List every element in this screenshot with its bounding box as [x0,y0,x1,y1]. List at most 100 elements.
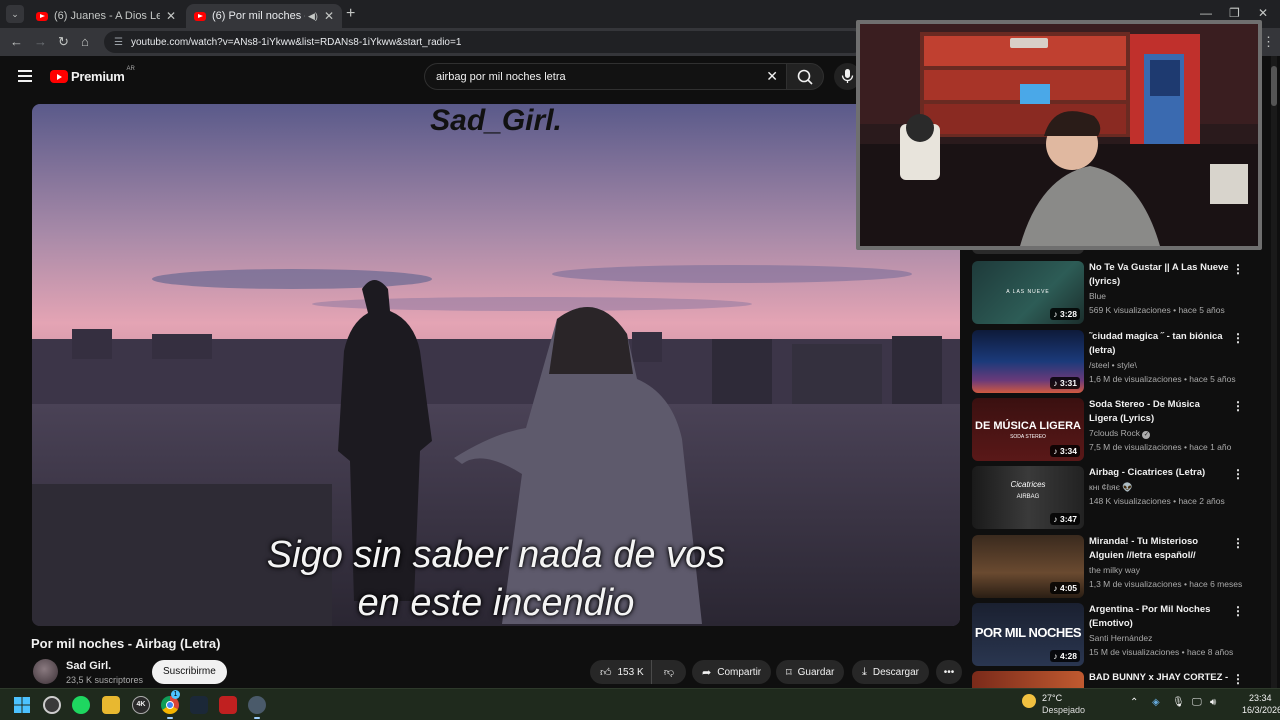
video-meta: 7,5 M de visualizaciones • hace 1 año [1089,442,1232,452]
menu-icon[interactable] [18,70,32,85]
video-title: Miranda! - Tu Misterioso Alguien //letra… [1089,536,1199,561]
channel-name: 7clouds Rock ✓ [1089,428,1151,439]
defender-icon[interactable]: ◈ [1152,697,1160,708]
video-title: Por mil noches - Airbag (Letra) [31,636,221,651]
video-thumbnail: A LAS NUEVE ♪ 3:28 [972,261,1084,324]
channel-name: Blue [1089,291,1107,301]
more-options-icon[interactable]: ⋮ [1232,262,1244,276]
video-meta: 148 K visualizaciones • hace 2 años [1089,496,1225,506]
logo-text: Premium [71,69,125,84]
thumbnail-text: POR MIL NOCHES [974,625,1082,640]
search-query: airbag por mil noches letra [436,70,566,83]
video-title: ˜ciudad magica ˝ - tan biónica (letra) [1089,331,1223,356]
show-hidden-icons-icon[interactable]: ⌃ [1130,697,1138,708]
bookmark-icon: ⌑ [786,666,792,679]
tab-search-button[interactable]: ⌄ [6,5,24,23]
sidebar-item[interactable]: ♪ 3:31 ˜ciudad magica ˝ - tan biónica (l… [972,330,1257,394]
duration-badge: ♪ 4:28 [1050,650,1080,662]
close-tab-icon[interactable]: ✕ [166,9,176,23]
chrome-icon[interactable]: 1 [161,690,180,719]
minimize-icon[interactable]: — [1200,6,1212,20]
sidebar-item[interactable]: ♪ 4:05 Miranda! - Tu Misterioso Alguien … [972,535,1257,599]
sidebar-item[interactable]: POR MIL NOCHES ♪ 4:28 Argentina - Por Mi… [972,603,1257,667]
browser-tab-por-mil-noches[interactable]: (6) Por mil noches - Airbag ◀) ✕ [186,4,342,28]
duration-badge: ♪ 3:28 [1050,308,1080,320]
speaker-icon[interactable]: ◀) [308,11,318,22]
video-thumbnail: POR MIL NOCHES ♪ 4:28 [972,603,1084,666]
reload-icon[interactable]: ↻ [58,34,69,50]
search-input[interactable]: airbag por mil noches letra ✕ [424,63,786,90]
windows-start-icon[interactable] [13,696,31,714]
clock-time[interactable]: 23:34 [1249,693,1272,703]
sidebar-item[interactable]: A LAS NUEVE ♪ 3:28 No Te Va Gustar || A … [972,261,1257,325]
like-count: 153 K [617,666,644,678]
tab-title: (6) Por mil noches - Airbag [212,10,305,22]
video-thumbnail: Cicatrices AIRBAG ♪ 3:47 [972,466,1084,529]
close-tab-icon[interactable]: ✕ [324,9,334,23]
more-actions-button[interactable]: ••• [936,660,962,684]
save-button[interactable]: ⌑ Guardar [776,660,845,684]
sidebar-item[interactable]: Cicatrices AIRBAG ♪ 3:47 Airbag - Cicatr… [972,466,1257,530]
more-horizontal-icon: ••• [943,666,955,678]
close-window-icon[interactable]: ✕ [1258,6,1268,20]
youtube-play-icon [50,70,68,83]
sidebar-item[interactable]: DE MÚSICA LIGERA SODA STEREO ♪ 3:34 Soda… [972,398,1257,462]
clock-date[interactable]: 16/3/2026 [1242,705,1280,715]
duration-badge: ♪ 4:05 [1050,582,1080,594]
more-options-icon[interactable]: ⋮ [1232,467,1244,481]
weather-condition: Despejado [1042,705,1086,715]
clear-search-icon[interactable]: ✕ [766,68,778,85]
video-meta: 1,3 M de visualizaciones • hace 6 meses [1089,579,1243,589]
back-arrow-icon[interactable]: ← [10,34,23,49]
file-explorer-icon[interactable] [102,696,120,714]
weather-moon-icon [1022,694,1036,708]
search-button[interactable] [786,63,824,90]
download-button[interactable]: ⤓ Descargar [852,660,930,684]
thumbs-up-icon: 👍︎ [600,666,612,679]
network-icon[interactable]: 🖵 [1192,697,1202,708]
site-info-icon[interactable]: ☰ [114,37,123,48]
thumbnail-text: Cicatrices [1010,480,1046,489]
share-button[interactable]: ➦ Compartir [692,660,772,684]
obs-icon[interactable] [43,696,61,714]
youtube-logo[interactable]: Premium AR [50,66,135,84]
dislike-button[interactable]: 👎︎ [652,666,686,678]
restore-icon[interactable]: ❐ [1229,6,1240,20]
more-options-icon[interactable]: ⋮ [1232,399,1244,413]
channel-name: Santi Hernández [1089,633,1153,643]
new-tab-button[interactable]: + [346,5,355,23]
video-title: No Te Va Gustar || A Las Nueve (lyrics) [1089,262,1229,287]
forward-arrow-icon[interactable]: → [34,34,47,49]
like-button[interactable]: 👍︎ 153 K [590,660,652,684]
4k-downloader-icon[interactable]: 4K [132,696,150,714]
settings-gear-icon[interactable] [248,696,266,719]
temperature: 27°C [1042,693,1063,703]
sidebar-item[interactable]: BAD BUNNY x JHAY CORTEZ - ⋮ [972,671,1257,688]
video-title: Argentina - Por Mil Noches (Emotivo) [1089,604,1211,629]
channel-name: кнι ¢ℓιяє 👽 [1089,482,1133,492]
browser-tab-juanes[interactable]: (6) Juanes - A Dios Le Pido (Lyr ✕ [28,4,184,28]
volume-icon[interactable]: 🔊︎ [1210,697,1216,708]
thumbnail-text: DE MÚSICA LIGERA [975,420,1081,432]
more-options-icon[interactable]: ⋮ [1232,536,1244,550]
browser-menu-icon[interactable]: ⋮ [1262,34,1275,50]
steam-icon[interactable] [190,696,208,714]
more-options-icon[interactable]: ⋮ [1232,672,1244,686]
thumbnail-subtext: SODA STEREO [1010,434,1046,440]
video-title: Airbag - Cicatrices (Letra) [1089,467,1206,478]
thumbs-down-icon: 👎︎ [663,667,675,678]
video-meta: 569 K visualizaciones • hace 5 años [1089,305,1225,315]
more-options-icon[interactable]: ⋮ [1232,604,1244,618]
address-bar[interactable]: ☰ youtube.com/watch?v=ANs8-1iYkww&list=R… [104,31,864,53]
media-app-icon[interactable] [219,696,237,714]
channel-avatar[interactable] [33,659,58,684]
spotify-icon[interactable] [72,696,90,714]
home-icon[interactable]: ⌂ [81,34,89,49]
subscribe-button[interactable]: Suscribirme [152,660,227,684]
video-meta: 1,6 M de visualizaciones • hace 5 años [1089,374,1236,384]
channel-name: /steel • style\ [1089,360,1137,370]
page-scrollbar[interactable] [1271,56,1277,688]
microphone-tray-icon[interactable]: 🎙︎ [1172,697,1185,708]
more-options-icon[interactable]: ⋮ [1232,331,1244,345]
channel-name[interactable]: Sad Girl. [66,660,111,672]
